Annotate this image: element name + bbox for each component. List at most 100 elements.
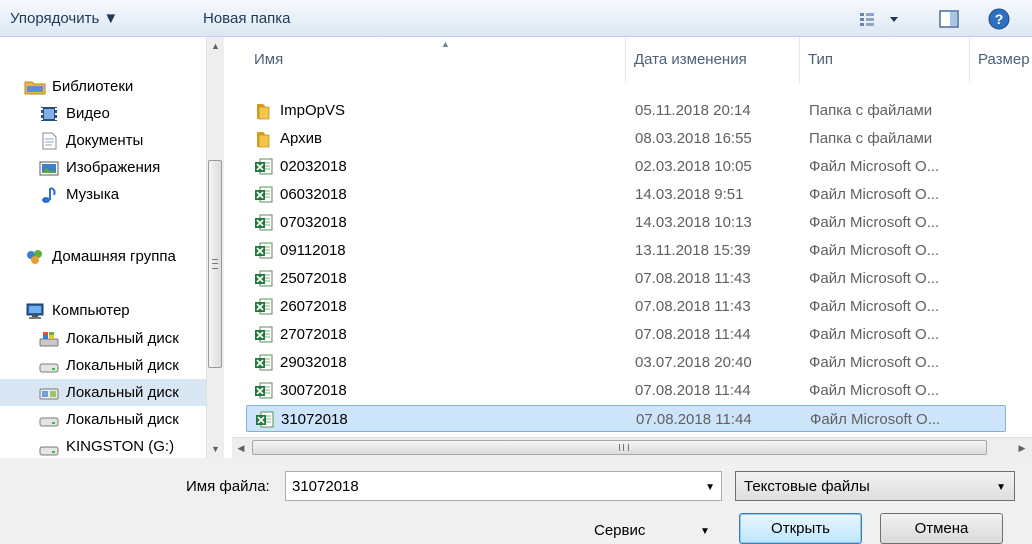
nav-item-computer[interactable]: Компьютер: [0, 297, 206, 324]
file-name: ImpOpVS: [280, 102, 346, 119]
table-row[interactable]: ImpOpVS 05.11.2018 20:14 Папка с файлами: [246, 97, 1006, 124]
pictures-icon: [39, 161, 59, 175]
documents-icon: [42, 132, 57, 149]
sort-ascending-icon: ▲: [441, 39, 450, 49]
tools-menu-button[interactable]: Сервис: [594, 522, 645, 539]
file-type-cell: Файл Microsoft O...: [809, 242, 940, 259]
column-header-size[interactable]: Размер: [970, 37, 1032, 83]
new-folder-button[interactable]: Новая папка: [203, 9, 290, 29]
video-icon: [41, 106, 57, 121]
column-header-label: Тип: [808, 51, 834, 68]
filename-input[interactable]: [292, 476, 687, 496]
file-date-cell: 07.08.2018 11:44: [636, 411, 752, 428]
folder-icon: [257, 131, 270, 147]
excel-file-icon: [255, 382, 273, 398]
file-name-cell: 26072018: [254, 293, 624, 320]
file-type-select[interactable]: Текстовые файлы ▼: [735, 471, 1015, 501]
excel-file-icon: [255, 326, 273, 342]
svg-text:?: ?: [995, 11, 1004, 27]
scroll-down-arrow-icon[interactable]: ▼: [207, 440, 224, 458]
file-date-cell: 07.08.2018 11:43: [635, 298, 751, 315]
system-drive-icon: [39, 331, 59, 346]
nav-item-pictures[interactable]: Изображения: [0, 154, 206, 181]
horizontal-scrollbar-thumb[interactable]: [252, 440, 987, 455]
nav-item-drive-3[interactable]: Локальный диск: [0, 379, 206, 406]
table-row[interactable]: Архив 08.03.2018 16:55 Папка с файлами: [246, 125, 1006, 152]
nav-item-documents[interactable]: Документы: [0, 127, 206, 154]
nav-scrollbar-thumb[interactable]: [208, 160, 222, 368]
column-header-date[interactable]: Дата изменения: [626, 37, 800, 83]
file-name: 29032018: [280, 354, 347, 371]
nav-item-label: Видео: [66, 105, 110, 122]
nav-item-libraries[interactable]: Библиотеки: [0, 73, 206, 100]
scroll-up-arrow-icon[interactable]: ▲: [207, 37, 224, 55]
excel-file-icon: [255, 214, 273, 230]
nav-item-drive-4[interactable]: Локальный диск: [0, 406, 206, 433]
file-name-cell: 27072018: [254, 321, 624, 348]
table-row[interactable]: 30072018 07.08.2018 11:44 Файл Microsoft O…: [246, 377, 1006, 404]
nav-item-music[interactable]: Музыка: [0, 181, 206, 208]
preview-pane-button[interactable]: [935, 6, 963, 32]
file-type-cell: Файл Microsoft O...: [809, 298, 940, 315]
preview-pane-icon: [939, 10, 959, 28]
filename-combobox[interactable]: ▼: [285, 471, 722, 501]
file-name: 09112018: [280, 242, 346, 259]
table-row[interactable]: 02032018 02.03.2018 10:05 Файл Microsoft O…: [246, 153, 1006, 180]
table-row[interactable]: 09112018 13.11.2018 15:39 Файл Microsoft O…: [246, 237, 1006, 264]
file-date-cell: 03.07.2018 20:40: [635, 354, 752, 371]
file-name: 07032018: [280, 214, 347, 231]
file-name: 31072018: [281, 411, 348, 428]
nav-item-label: KINGSTON (G:): [66, 438, 175, 455]
computer-icon: [26, 303, 44, 319]
scroll-grip-icon: [619, 444, 629, 451]
scroll-left-arrow-icon[interactable]: ◀: [232, 438, 250, 458]
file-date-cell: 08.03.2018 16:55: [635, 130, 752, 147]
navigation-pane: Библиотеки Видео Документы Изображения М…: [0, 37, 230, 458]
command-toolbar: Упорядочить ▼ Новая папка ?: [0, 0, 1032, 37]
table-row[interactable]: 29032018 03.07.2018 20:40 Файл Microsoft O…: [246, 349, 1006, 376]
file-name: 02032018: [280, 158, 347, 175]
nav-item-video[interactable]: Видео: [0, 100, 206, 127]
nav-item-label: Локальный диск: [66, 357, 179, 374]
libraries-icon: [24, 81, 46, 94]
nav-item-kingston[interactable]: KINGSTON (G:): [0, 433, 206, 458]
network-drive-icon: [39, 388, 59, 399]
table-row[interactable]: 27072018 07.08.2018 11:44 Файл Microsoft O…: [246, 321, 1006, 348]
table-row[interactable]: 31072018 07.08.2018 11:44 Файл Microsoft O…: [246, 405, 1006, 432]
open-button[interactable]: Открыть: [739, 513, 862, 544]
scroll-grip-icon: [212, 259, 218, 269]
nav-item-homegroup[interactable]: Домашняя группа: [0, 243, 206, 270]
nav-scrollbar[interactable]: ▲ ▼: [206, 37, 224, 458]
chevron-down-icon[interactable]: ▼: [705, 482, 715, 493]
nav-item-drive-1[interactable]: Локальный диск: [0, 325, 206, 352]
column-header-name[interactable]: Имя ▲: [246, 37, 626, 83]
table-row[interactable]: 25072018 07.08.2018 11:43 Файл Microsoft O…: [246, 265, 1006, 292]
table-row[interactable]: 07032018 14.03.2018 10:13 Файл Microsoft O…: [246, 209, 1006, 236]
file-type-cell: Файл Microsoft O...: [810, 411, 941, 428]
drive-icon: [39, 446, 59, 455]
help-icon: ?: [988, 8, 1010, 30]
change-view-button[interactable]: [858, 6, 908, 32]
scroll-right-arrow-icon[interactable]: ▶: [1013, 438, 1031, 458]
column-header-type[interactable]: Тип: [800, 37, 970, 83]
nav-item-label: Компьютер: [52, 302, 130, 319]
file-type-cell: Папка с файлами: [809, 102, 933, 119]
file-date-cell: 02.03.2018 10:05: [635, 158, 752, 175]
table-row[interactable]: 26072018 07.08.2018 11:43 Файл Microsoft O…: [246, 293, 1006, 320]
music-icon: [42, 186, 56, 203]
file-type-cell: Файл Microsoft O...: [809, 158, 940, 175]
nav-item-drive-2[interactable]: Локальный диск: [0, 352, 206, 379]
chevron-down-icon[interactable]: ▼: [700, 526, 710, 537]
file-name: 26072018: [280, 298, 347, 315]
table-row[interactable]: 06032018 14.03.2018 9:51 Файл Microsoft O.…: [246, 181, 1006, 208]
help-button[interactable]: ?: [986, 6, 1012, 32]
cancel-button[interactable]: Отмена: [880, 513, 1003, 544]
file-name-cell: 30072018: [254, 377, 624, 404]
file-name-cell: 02032018: [254, 153, 624, 180]
view-options-icon: [860, 13, 874, 26]
file-type-cell: Файл Microsoft O...: [809, 270, 940, 287]
organize-button[interactable]: Упорядочить ▼: [10, 9, 118, 29]
horizontal-scrollbar[interactable]: ◀ ▶: [232, 437, 1032, 458]
file-date-cell: 14.03.2018 9:51: [635, 186, 744, 203]
chevron-down-icon: ▼: [996, 482, 1006, 493]
